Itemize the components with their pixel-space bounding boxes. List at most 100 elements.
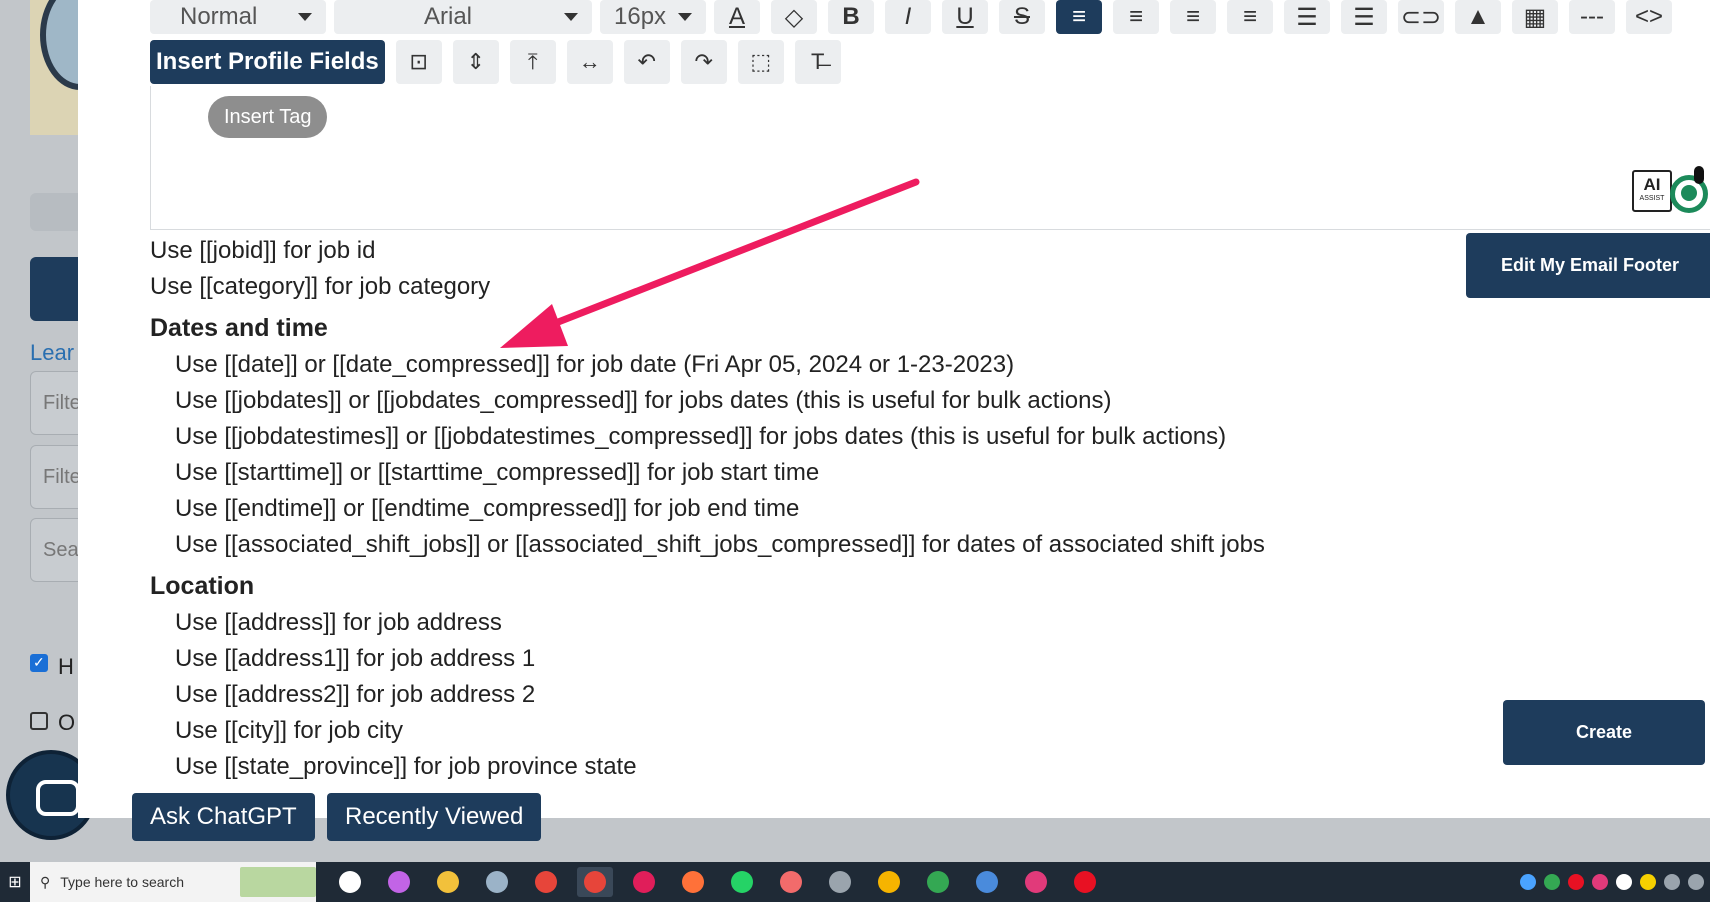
app-pink-icon[interactable]: [1018, 867, 1054, 897]
calculator-glyph: [976, 871, 998, 893]
firefox-icon[interactable]: [675, 867, 711, 897]
chevron-down-icon: [298, 13, 312, 21]
clear-format-button[interactable]: T̶: [794, 40, 841, 84]
select-all-button[interactable]: ⬚: [737, 40, 784, 84]
strikethrough-button[interactable]: S: [999, 0, 1045, 34]
tray-icon[interactable]: [1520, 874, 1536, 890]
taskbar-search-placeholder: Type here to search: [60, 874, 185, 890]
format-buttons: A ◇ B I U S ≡ ≡ ≡ ≡ ☰ ☰ ⊂⊃ ▲ ▦ --- <>: [714, 0, 1672, 34]
chrome-profile-glyph: [927, 871, 949, 893]
italic-icon: I: [904, 3, 912, 30]
numbered-list-icon: ☰: [1353, 3, 1375, 31]
company-logo: [30, 0, 80, 135]
edit-email-footer-button[interactable]: Edit My Email Footer: [1466, 233, 1710, 298]
font-family-value: Arial: [424, 3, 473, 30]
whatsapp-icon[interactable]: [724, 867, 760, 897]
copilot-icon[interactable]: [381, 867, 417, 897]
search-highlight-image: [240, 867, 316, 897]
tray-icon[interactable]: [1592, 874, 1608, 890]
ai-assist-button[interactable]: AI ASSIST: [1632, 170, 1672, 212]
help-line: Use [[date]] or [[date_compressed]] for …: [175, 351, 1015, 378]
task-view-icon[interactable]: [332, 867, 368, 897]
highlight-icon: ◇: [784, 3, 804, 31]
tray-icon[interactable]: [1568, 874, 1584, 890]
font-family-select[interactable]: Arial: [334, 0, 592, 34]
chrome-canary-glyph: [878, 871, 900, 893]
align-justify-button[interactable]: ≡: [1227, 0, 1273, 34]
slack-glyph: [633, 871, 655, 893]
expand-vertical-button[interactable]: ⇕: [452, 40, 499, 84]
microphone-icon[interactable]: [1694, 166, 1704, 184]
collapse-vertical-button[interactable]: ⤒: [509, 40, 556, 84]
chrome-active-icon[interactable]: [577, 867, 613, 897]
table-buttons: ⊡ ⇕ ⤒ ↔ ↶ ↷ ⬚ T̶: [395, 40, 841, 84]
highlight-button[interactable]: ◇: [771, 0, 817, 34]
help-line: Use [[city]] for job city: [175, 717, 404, 744]
recently-viewed-button[interactable]: Recently Viewed: [327, 793, 542, 841]
image-button[interactable]: ▲: [1455, 0, 1501, 34]
slack-icon[interactable]: [626, 867, 662, 897]
tray-icon[interactable]: [1664, 874, 1680, 890]
underline-icon: U: [956, 3, 974, 30]
expand-horizontal-button[interactable]: ↔: [566, 40, 613, 84]
chrome-icon[interactable]: [528, 867, 564, 897]
insert-profile-fields-button[interactable]: Insert Profile Fields: [150, 40, 385, 84]
whatsapp-glyph: [731, 871, 753, 893]
calculator-icon[interactable]: [969, 867, 1005, 897]
italic-button[interactable]: I: [885, 0, 931, 34]
select-cell-button[interactable]: ⊡: [395, 40, 442, 84]
align-left-button[interactable]: ≡: [1056, 0, 1102, 34]
paragraph-style-value: Normal: [180, 3, 258, 30]
redo-icon: ↷: [694, 49, 713, 74]
clear-format-icon: T̶: [811, 49, 825, 74]
paint-icon[interactable]: [773, 867, 809, 897]
table-button[interactable]: ▦: [1512, 0, 1558, 34]
tray-icon[interactable]: [1544, 874, 1560, 890]
file-explorer-icon[interactable]: [430, 867, 466, 897]
numbered-list-button[interactable]: ☰: [1341, 0, 1387, 34]
code-view-button[interactable]: <>: [1626, 0, 1672, 34]
align-center-button[interactable]: ≡: [1113, 0, 1159, 34]
undo-button[interactable]: ↶: [623, 40, 670, 84]
bold-button[interactable]: B: [828, 0, 874, 34]
link-button[interactable]: ⊂⊃: [1398, 0, 1444, 34]
help-line: Use [[jobdatestimes]] or [[jobdatestimes…: [175, 423, 1227, 450]
editor-toolbar: Normal Arial 16px A ◇ B I U S ≡ ≡ ≡ ≡ ☰ ☰ ⊂⊃ ▲ ▦ --- <>: [150, 0, 1672, 34]
align-right-button[interactable]: ≡: [1170, 0, 1216, 34]
redo-button[interactable]: ↷: [680, 40, 727, 84]
font-color-icon: A: [728, 3, 745, 30]
tray-icon[interactable]: [1616, 874, 1632, 890]
chrome-canary-icon[interactable]: [871, 867, 907, 897]
bullet-list-button[interactable]: ☰: [1284, 0, 1330, 34]
help-section-heading: Location: [150, 572, 255, 600]
help-line: Use [[jobid]] for job id: [150, 237, 376, 264]
windows-start-icon[interactable]: ⊞: [0, 862, 30, 902]
app-bird-glyph: [486, 871, 508, 893]
taskbar-search[interactable]: ⚲ Type here to search: [30, 862, 316, 902]
windows-taskbar: ⊞ ⚲ Type here to search: [0, 862, 1710, 902]
create-button[interactable]: Create: [1503, 700, 1705, 765]
font-size-select[interactable]: 16px: [600, 0, 706, 34]
underline-button[interactable]: U: [942, 0, 988, 34]
ask-chatgpt-button[interactable]: Ask ChatGPT: [132, 793, 315, 841]
paint-glyph: [780, 871, 802, 893]
bold-icon: B: [842, 3, 860, 30]
checkbox-2-label: O: [58, 710, 76, 735]
clock-icon[interactable]: [822, 867, 858, 897]
checkbox-1[interactable]: [30, 654, 48, 672]
tray-icon[interactable]: [1640, 874, 1656, 890]
undo-icon: ↶: [637, 49, 656, 74]
paragraph-style-select[interactable]: Normal: [150, 0, 326, 34]
font-color-button[interactable]: A: [714, 0, 760, 34]
learn-link[interactable]: Lear: [30, 340, 74, 366]
app-pink-glyph: [1025, 871, 1047, 893]
horizontal-rule-button[interactable]: ---: [1569, 0, 1615, 34]
checkbox-2[interactable]: [30, 712, 48, 730]
chrome-profile-icon[interactable]: [920, 867, 956, 897]
editor-content-area[interactable]: [150, 86, 1710, 230]
tray-icon[interactable]: [1688, 874, 1704, 890]
help-section-heading: Dates and time: [150, 314, 328, 342]
app-bird-icon[interactable]: [479, 867, 515, 897]
system-tray: [1520, 874, 1710, 890]
record-icon[interactable]: [1067, 867, 1103, 897]
